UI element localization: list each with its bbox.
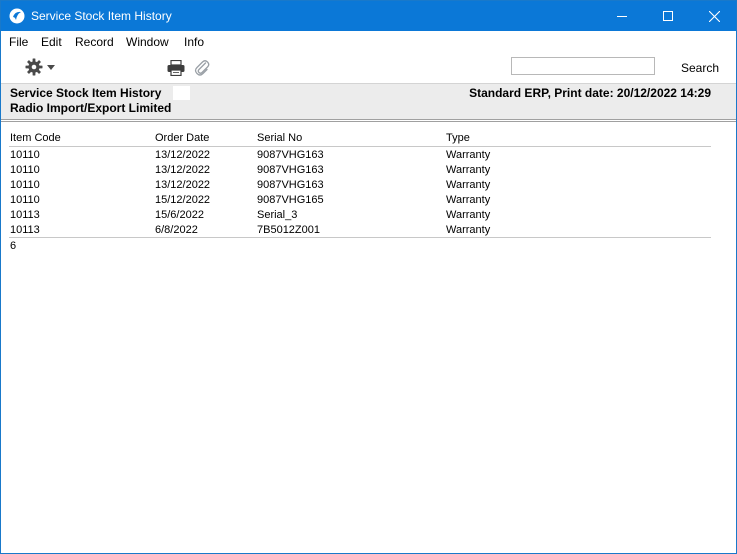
- close-icon: [708, 10, 720, 22]
- cell-type: Warranty: [446, 224, 491, 236]
- cell-type: Warranty: [446, 164, 491, 176]
- cell-item-code[interactable]: 10113: [10, 224, 40, 236]
- cell-item-code[interactable]: 10110: [10, 179, 40, 191]
- menu-info[interactable]: Info: [184, 35, 204, 49]
- paperclip-icon: [194, 60, 210, 76]
- header-divider: [1, 121, 736, 122]
- chevron-down-icon: [47, 65, 55, 70]
- cell-type: Warranty: [446, 194, 491, 206]
- report-title: Service Stock Item History: [10, 86, 162, 100]
- app-logo-icon: [9, 8, 25, 24]
- cell-order-date: 6/8/2022: [155, 224, 198, 236]
- printer-icon: [167, 59, 185, 77]
- cell-item-code[interactable]: 10110: [10, 194, 40, 206]
- total-divider: [9, 237, 711, 238]
- cell-order-date: 13/12/2022: [155, 149, 211, 161]
- header-divider: [1, 119, 736, 120]
- column-header-type: Type: [446, 132, 470, 144]
- attach-button[interactable]: [194, 59, 210, 77]
- menu-file[interactable]: File: [9, 35, 28, 49]
- cell-item-code[interactable]: 10110: [10, 149, 40, 161]
- search-button[interactable]: Search: [681, 61, 719, 75]
- cell-type: Warranty: [446, 149, 491, 161]
- print-info: Standard ERP, Print date: 20/12/2022 14:…: [469, 86, 711, 100]
- cell-serial-no[interactable]: Serial_3: [257, 209, 297, 221]
- cell-serial-no[interactable]: 9087VHG163: [257, 149, 324, 161]
- maximize-button[interactable]: [645, 1, 691, 31]
- toolbar: Search: [1, 52, 736, 83]
- print-button[interactable]: [167, 59, 185, 77]
- cell-order-date: 15/12/2022: [155, 194, 211, 206]
- cell-type: Warranty: [446, 209, 491, 221]
- title-bar[interactable]: Service Stock Item History: [1, 1, 736, 31]
- menu-bar: File Edit Record Window Info: [1, 31, 736, 52]
- cell-order-date: 13/12/2022: [155, 164, 211, 176]
- cell-order-date: 15/6/2022: [155, 209, 204, 221]
- column-header-divider: [9, 146, 711, 147]
- menu-record[interactable]: Record: [75, 35, 114, 49]
- column-header-serial-no: Serial No: [257, 132, 303, 144]
- cell-serial-no[interactable]: 7B5012Z001: [257, 224, 320, 236]
- company-name: Radio Import/Export Limited: [10, 101, 172, 115]
- cell-item-code[interactable]: 10113: [10, 209, 40, 221]
- minimize-button[interactable]: [599, 1, 645, 31]
- app-window: Service Stock Item History File Edit Rec…: [0, 0, 737, 554]
- window-title: Service Stock Item History: [31, 9, 172, 23]
- search-input[interactable]: [511, 57, 655, 75]
- gear-icon: [25, 58, 43, 76]
- column-header-item-code: Item Code: [10, 132, 61, 144]
- cell-order-date: 13/12/2022: [155, 179, 211, 191]
- header-blank-field: [173, 86, 190, 100]
- menu-edit[interactable]: Edit: [41, 35, 62, 49]
- close-button[interactable]: [691, 1, 737, 31]
- cell-item-code[interactable]: 10110: [10, 164, 40, 176]
- total-count: 6: [10, 240, 17, 252]
- cell-serial-no[interactable]: 9087VHG163: [257, 179, 324, 191]
- maximize-icon: [663, 11, 673, 21]
- minimize-icon: [617, 16, 627, 17]
- cell-type: Warranty: [446, 179, 491, 191]
- cell-serial-no[interactable]: 9087VHG163: [257, 164, 324, 176]
- column-header-order-date: Order Date: [155, 132, 210, 144]
- report-header: Service Stock Item History Radio Import/…: [1, 83, 736, 120]
- menu-window[interactable]: Window: [126, 35, 169, 49]
- cell-serial-no[interactable]: 9087VHG165: [257, 194, 324, 206]
- operations-menu-button[interactable]: [25, 58, 59, 78]
